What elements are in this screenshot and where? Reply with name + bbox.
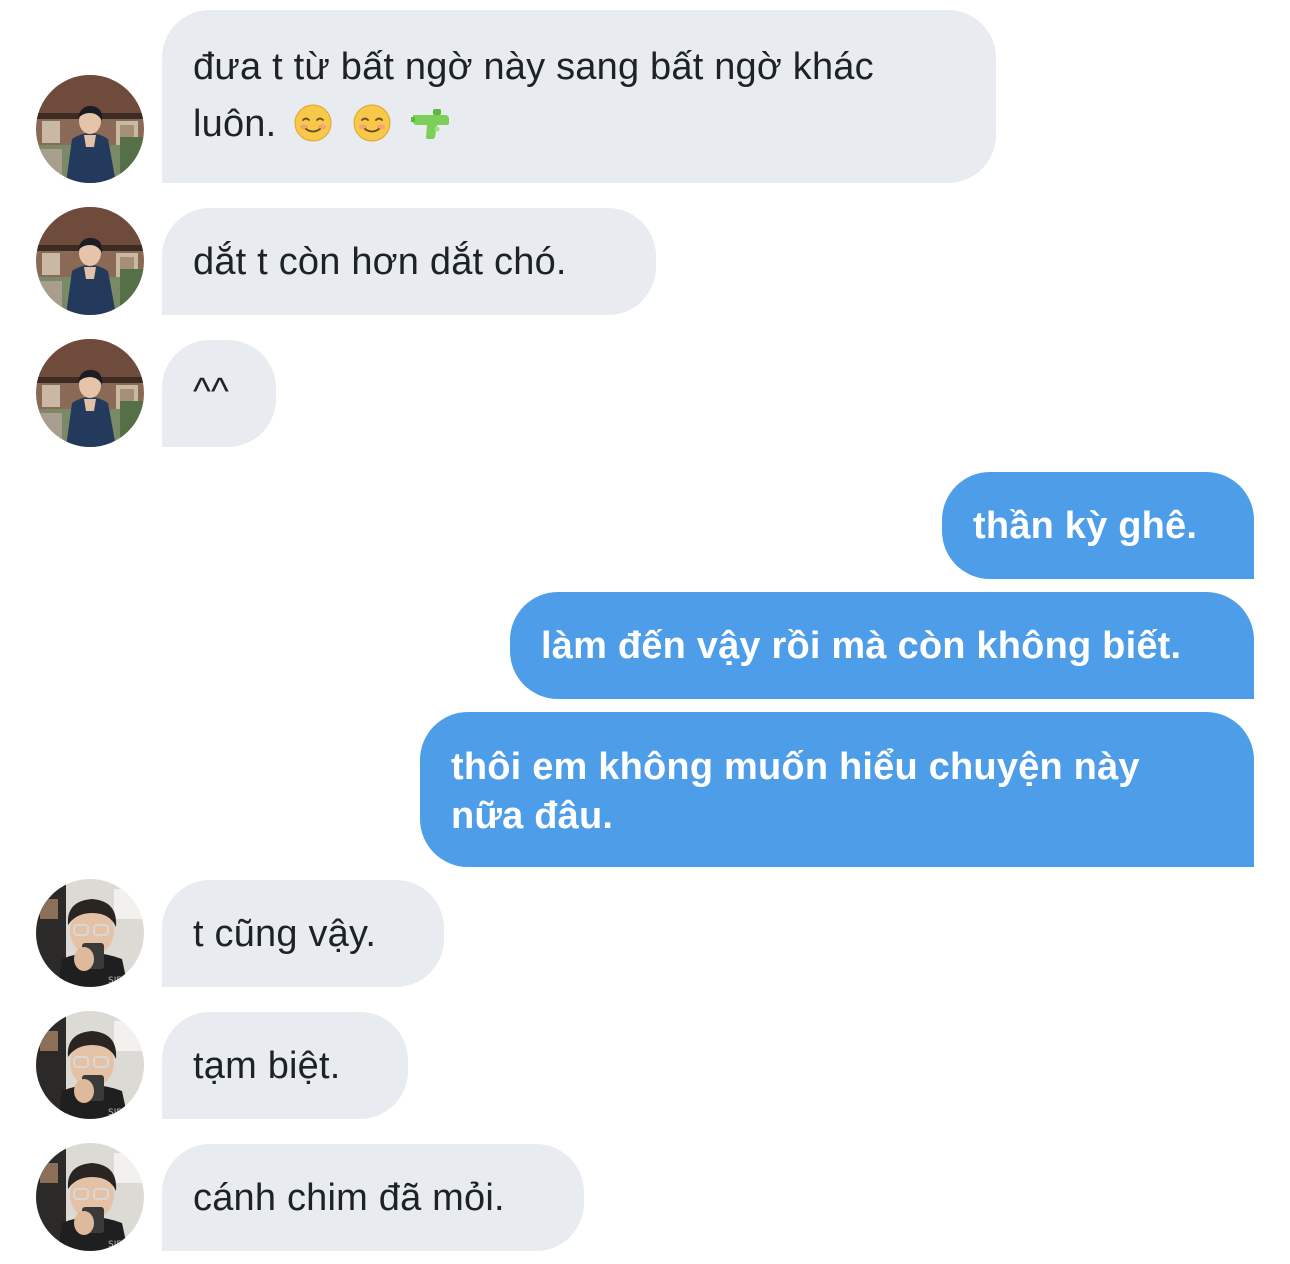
message-text-line: luôn.	[193, 103, 277, 145]
contact-avatar[interactable]	[36, 339, 144, 447]
avatar-photo-icon	[36, 879, 144, 987]
avatar-photo-icon	[36, 75, 144, 183]
incoming-message-bubble[interactable]: ^^	[162, 340, 276, 447]
incoming-message-bubble[interactable]: tạm biệt.	[162, 1012, 408, 1119]
outgoing-message-bubble[interactable]: làm đến vậy rồi mà còn không biết.	[510, 592, 1254, 699]
outgoing-message-bubble[interactable]: thần kỳ ghê.	[942, 472, 1254, 579]
incoming-message-bubble[interactable]: dắt t còn hơn dắt chó.	[162, 208, 656, 315]
message-text: dắt t còn hơn dắt chó.	[193, 241, 567, 283]
contact-avatar[interactable]	[36, 879, 144, 987]
contact-avatar[interactable]	[36, 75, 144, 183]
message-text: t cũng vậy.	[193, 913, 377, 955]
incoming-message-bubble[interactable]: t cũng vậy.	[162, 880, 444, 987]
message-text: làm đến vậy rồi mà còn không biết.	[541, 625, 1182, 667]
avatar-photo-icon	[36, 1143, 144, 1251]
incoming-message-bubble[interactable]: cánh chim đã mỏi.	[162, 1144, 584, 1251]
avatar-photo-icon	[36, 1011, 144, 1119]
message-text-line-container: luôn.	[193, 100, 964, 149]
avatar-photo-icon	[36, 207, 144, 315]
contact-avatar[interactable]	[36, 1143, 144, 1251]
contact-avatar[interactable]	[36, 207, 144, 315]
message-text: thần kỳ ghê.	[973, 505, 1198, 547]
message-text-line: thôi em không muốn hiểu chuyện này	[451, 746, 1140, 788]
message-text: ^^	[193, 371, 230, 413]
contact-avatar[interactable]	[36, 1011, 144, 1119]
smiling-face-icon	[352, 103, 392, 143]
message-text: cánh chim đã mỏi.	[193, 1177, 505, 1219]
outgoing-message-bubble[interactable]: thôi em không muốn hiểu chuyện này nữa đ…	[420, 712, 1254, 867]
message-text-line: nữa đâu.	[451, 795, 614, 837]
water-pistol-icon	[411, 103, 451, 143]
message-text: tạm biệt.	[193, 1045, 341, 1087]
incoming-message-bubble[interactable]: đưa t từ bất ngờ này sang bất ngờ khác l…	[162, 10, 996, 183]
smiling-face-icon	[293, 103, 333, 143]
message-text-line: đưa t từ bất ngờ này sang bất ngờ khác	[193, 46, 874, 88]
avatar-photo-icon	[36, 339, 144, 447]
conversation-thread: đưa t từ bất ngờ này sang bất ngờ khác l…	[0, 0, 1290, 1264]
